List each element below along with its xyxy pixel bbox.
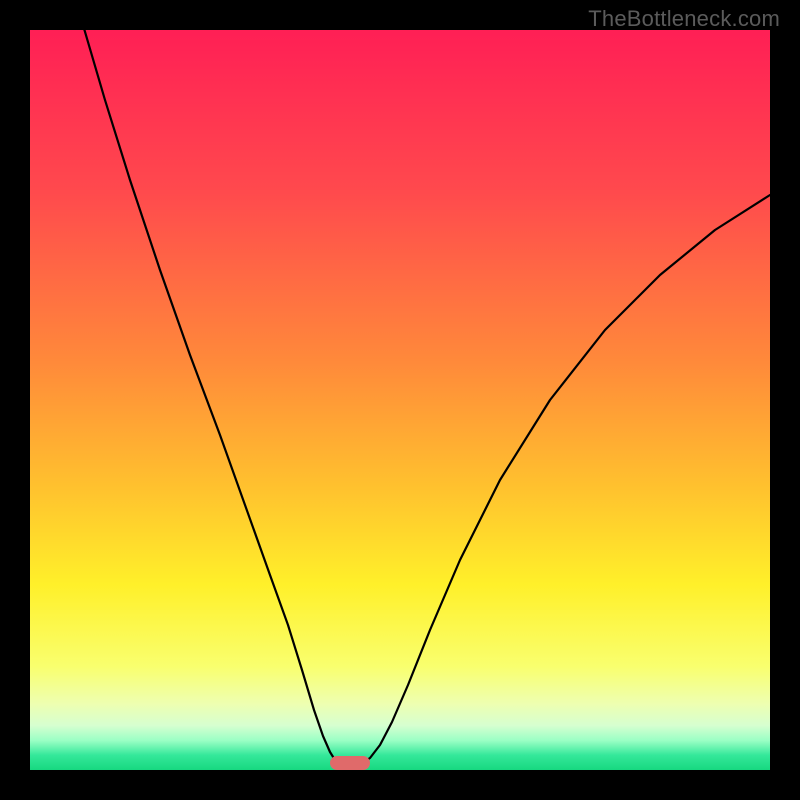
optimum-marker xyxy=(330,756,370,770)
plot-area xyxy=(30,30,770,770)
bottleneck-curve xyxy=(30,30,770,770)
chart-frame: TheBottleneck.com xyxy=(0,0,800,800)
watermark-text: TheBottleneck.com xyxy=(588,6,780,32)
